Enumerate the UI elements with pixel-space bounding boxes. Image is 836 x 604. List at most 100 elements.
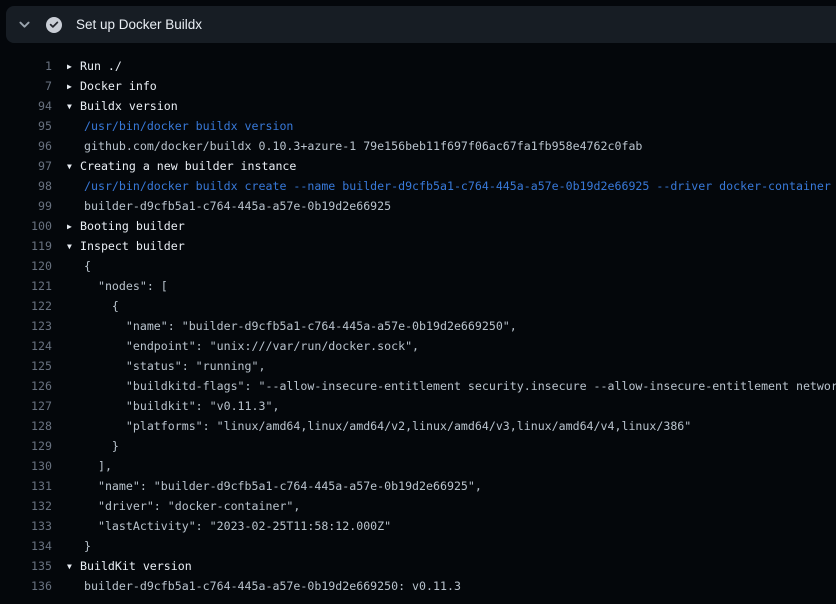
line-number[interactable]: 121 [0,276,52,296]
log-line: 133 "lastActivity": "2023-02-25T11:58:12… [0,516,836,536]
line-body: /usr/bin/docker buildx version [84,116,293,136]
line-number[interactable]: 123 [0,316,52,336]
line-number[interactable]: 128 [0,416,52,436]
line-number[interactable]: 134 [0,536,52,556]
line-body: "name": "builder-d9cfb5a1-c764-445a-a57e… [84,316,517,336]
log-line: 125 "status": "running", [0,356,836,376]
disclosure-triangle-icon: ▶ [67,217,80,237]
log-line: 128 "platforms": "linux/amd64,linux/amd6… [0,416,836,436]
log-line: 129 } [0,436,836,456]
line-body: "name": "builder-d9cfb5a1-c764-445a-a57e… [84,476,482,496]
line-number[interactable]: 1 [0,56,52,76]
line-number[interactable]: 131 [0,476,52,496]
log-line: 96 github.com/docker/buildx 0.10.3+azure… [0,136,836,156]
disclosure-triangle-icon: ▼ [67,557,80,577]
check-circle-icon [46,17,62,33]
log-line: 120 { [0,256,836,276]
line-number[interactable]: 95 [0,116,52,136]
line-body: builder-d9cfb5a1-c764-445a-a57e-0b19d2e6… [84,196,391,216]
disclosure-triangle-icon: ▶ [67,77,80,97]
group-title[interactable]: BuildKit version [80,559,192,573]
line-number[interactable]: 97 [0,156,52,176]
line-number[interactable]: 130 [0,456,52,476]
step-header: Set up Docker Buildx [6,6,836,43]
line-body: "status": "running", [84,356,265,376]
line-number[interactable]: 94 [0,96,52,116]
line-body: { [84,256,91,276]
log-line: 121 "nodes": [ [0,276,836,296]
log-line: 1 ▶Run ./ [0,56,836,76]
line-body[interactable]: ▼Buildx version [67,96,178,117]
log-line: 99 builder-d9cfb5a1-c764-445a-a57e-0b19d… [0,196,836,216]
group-title[interactable]: Creating a new builder instance [80,159,296,173]
line-body: } [84,536,91,556]
line-body: ], [84,456,112,476]
line-body[interactable]: ▼Creating a new builder instance [67,156,296,177]
line-body[interactable]: ▼Inspect builder [67,236,185,257]
line-body: "lastActivity": "2023-02-25T11:58:12.000… [84,516,391,536]
line-number[interactable]: 132 [0,496,52,516]
line-number[interactable]: 120 [0,256,52,276]
log-line: 95 /usr/bin/docker buildx version [0,116,836,136]
line-number[interactable]: 98 [0,176,52,196]
log-line: 135 ▼BuildKit version [0,556,836,576]
line-number[interactable]: 100 [0,216,52,236]
disclosure-triangle-icon: ▼ [67,157,80,177]
line-number[interactable]: 7 [0,76,52,96]
log-line: 134 } [0,536,836,556]
group-title[interactable]: Inspect builder [80,239,185,253]
disclosure-triangle-icon: ▶ [67,57,80,77]
line-body: "platforms": "linux/amd64,linux/amd64/v2… [84,416,691,436]
line-body: /usr/bin/docker buildx create --name bui… [84,176,831,196]
chevron-down-icon [18,18,31,31]
line-number[interactable]: 122 [0,296,52,316]
log-line: 127 "buildkit": "v0.11.3", [0,396,836,416]
line-number[interactable]: 136 [0,576,52,596]
log-line: 130 ], [0,456,836,476]
log-lines: 1 ▶Run ./ 7 ▶Docker info 94 ▼Buildx vers… [0,43,836,604]
log-line: 119 ▼Inspect builder [0,236,836,256]
line-body: { [84,296,119,316]
group-title[interactable]: Run ./ [80,59,122,73]
line-number[interactable]: 127 [0,396,52,416]
log-line: 123 "name": "builder-d9cfb5a1-c764-445a-… [0,316,836,336]
line-number[interactable]: 133 [0,516,52,536]
line-body: "driver": "docker-container", [84,496,300,516]
collapse-step-button[interactable] [12,13,36,37]
log-line: 98 /usr/bin/docker buildx create --name … [0,176,836,196]
line-number[interactable]: 124 [0,336,52,356]
line-number[interactable]: 119 [0,236,52,256]
line-number[interactable]: 96 [0,136,52,156]
log-line: 97 ▼Creating a new builder instance [0,156,836,176]
line-body[interactable]: ▶Booting builder [67,216,185,237]
line-body: "buildkitd-flags": "--allow-insecure-ent… [84,376,836,396]
line-number[interactable]: 129 [0,436,52,456]
line-number[interactable]: 135 [0,556,52,576]
log-line: 94 ▼Buildx version [0,96,836,116]
line-body[interactable]: ▶Run ./ [67,56,122,77]
line-body: builder-d9cfb5a1-c764-445a-a57e-0b19d2e6… [84,576,461,596]
line-body[interactable]: ▶Docker info [67,76,157,97]
line-number[interactable]: 99 [0,196,52,216]
line-body: github.com/docker/buildx 0.10.3+azure-1 … [84,136,642,156]
group-title[interactable]: Docker info [80,79,157,93]
log-line: 122 { [0,296,836,316]
log-line: 131 "name": "builder-d9cfb5a1-c764-445a-… [0,476,836,496]
line-body: } [84,436,119,456]
disclosure-triangle-icon: ▼ [67,237,80,257]
line-number[interactable]: 125 [0,356,52,376]
log-line: 7 ▶Docker info [0,76,836,96]
disclosure-triangle-icon: ▼ [67,97,80,117]
group-title[interactable]: Booting builder [80,219,185,233]
log-line: 136 builder-d9cfb5a1-c764-445a-a57e-0b19… [0,576,836,596]
line-body: "buildkit": "v0.11.3", [84,396,279,416]
line-body: "nodes": [ [84,276,168,296]
line-body: "endpoint": "unix:///var/run/docker.sock… [84,336,419,356]
line-body[interactable]: ▼BuildKit version [67,556,192,577]
log-line: 126 "buildkitd-flags": "--allow-insecure… [0,376,836,396]
group-title[interactable]: Buildx version [80,99,178,113]
log-line: 132 "driver": "docker-container", [0,496,836,516]
log-line: 100 ▶Booting builder [0,216,836,236]
line-number[interactable]: 126 [0,376,52,396]
log-line: 124 "endpoint": "unix:///var/run/docker.… [0,336,836,356]
